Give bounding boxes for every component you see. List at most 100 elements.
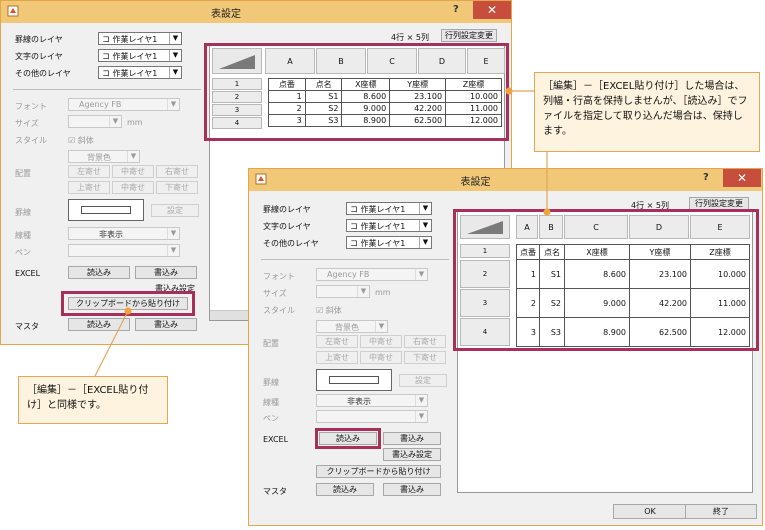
chevron-down-icon: ▼ xyxy=(419,237,431,248)
align-top-button[interactable]: 上寄せ xyxy=(316,351,358,364)
border-label: 罫線 xyxy=(15,208,31,217)
font-label: フォント xyxy=(15,102,47,111)
bg-color-select[interactable]: 背景色 ▼ xyxy=(68,150,140,163)
size-label: サイズ xyxy=(263,289,287,298)
callout-left: ［編集］－［EXCEL貼り付け］と同様です。 xyxy=(18,376,168,424)
layer-table-select[interactable]: コ 作業レイヤ1 ▼ xyxy=(98,32,182,45)
border-setting-button[interactable]: 設定 xyxy=(399,374,447,387)
chevron-down-icon: ▼ xyxy=(127,151,139,162)
chevron-down-icon: ▼ xyxy=(167,245,179,256)
callout-right: ［編集］－［EXCEL貼り付け］した場合は、列幅・行高を保持しませんが、［読込み… xyxy=(534,72,760,152)
ok-button[interactable]: OK xyxy=(613,504,687,519)
layer-text-select[interactable]: コ 作業レイヤ1 ▼ xyxy=(346,219,432,232)
font-label: フォント xyxy=(263,272,295,281)
master-write-button[interactable]: 書込み xyxy=(135,318,197,331)
layer-text-label: 文字のレイヤ xyxy=(263,222,311,231)
style-label: スタイル xyxy=(263,306,295,315)
align-bottom-button[interactable]: 下寄せ xyxy=(404,351,446,364)
linetype-label: 線種 xyxy=(263,398,279,407)
chevron-down-icon: ▼ xyxy=(167,228,179,239)
chevron-down-icon: ▼ xyxy=(375,321,387,332)
align-top-button[interactable]: 上寄せ xyxy=(68,181,110,194)
italic-checkbox[interactable]: ☑ 斜体 xyxy=(316,305,342,316)
excel-label: EXCEL xyxy=(263,435,289,444)
border-label: 罫線 xyxy=(263,378,279,387)
layer-text-select[interactable]: コ 作業レイヤ1 ▼ xyxy=(98,49,182,62)
align-center-button[interactable]: 中寄せ xyxy=(360,335,402,348)
size-label: サイズ xyxy=(15,119,39,128)
border-preview[interactable] xyxy=(316,369,392,391)
style-label: スタイル xyxy=(15,136,47,145)
master-read-button[interactable]: 読込み xyxy=(68,318,130,331)
clipboard-highlight xyxy=(61,291,195,316)
border-preview[interactable] xyxy=(68,199,144,221)
chevron-down-icon: ▼ xyxy=(415,269,427,280)
close-button[interactable]: ✕ xyxy=(473,1,511,19)
align-bottom-button[interactable]: 下寄せ xyxy=(156,181,198,194)
align-right-button[interactable]: 右寄せ xyxy=(404,335,446,348)
pen-label: ペン xyxy=(263,414,279,423)
exit-button[interactable]: 終了 xyxy=(685,504,757,519)
align-left-button[interactable]: 左寄せ xyxy=(68,165,110,178)
size-select[interactable]: ▼ xyxy=(316,285,370,298)
linetype-select[interactable]: 非表示 ▼ xyxy=(316,394,428,407)
front-titlebar: 表設定 ? ✕ xyxy=(249,169,762,191)
window-title: 表設定 xyxy=(460,177,491,188)
chevron-down-icon: ▼ xyxy=(419,203,431,214)
font-select[interactable]: Agency FB ▼ xyxy=(68,98,180,111)
divider xyxy=(261,259,449,260)
excel-write-button[interactable]: 書込み xyxy=(135,266,197,279)
linetype-select[interactable]: 非表示 ▼ xyxy=(68,227,180,240)
layer-table-label: 罫線のレイヤ xyxy=(15,35,63,44)
help-button[interactable]: ? xyxy=(703,172,709,183)
font-select[interactable]: Agency FB ▼ xyxy=(316,268,428,281)
align-middle-button[interactable]: 中寄せ xyxy=(112,181,154,194)
layer-other-select[interactable]: コ 作業レイヤ1 ▼ xyxy=(346,236,432,249)
linetype-label: 線種 xyxy=(15,231,31,240)
align-right-button[interactable]: 右寄せ xyxy=(156,165,198,178)
master-label: マスタ xyxy=(15,322,39,331)
write-setting-button[interactable]: 書込み設定 xyxy=(383,448,441,461)
align-center-button[interactable]: 中寄せ xyxy=(112,165,154,178)
chevron-down-icon: ▼ xyxy=(169,50,181,61)
align-middle-button[interactable]: 中寄せ xyxy=(360,351,402,364)
layer-table-select[interactable]: コ 作業レイヤ1 ▼ xyxy=(346,202,432,215)
italic-checkbox[interactable]: ☑ 斜体 xyxy=(68,135,94,146)
chevron-down-icon: ▼ xyxy=(415,395,427,406)
chevron-down-icon: ▼ xyxy=(419,220,431,231)
excel-label: EXCEL xyxy=(15,269,41,278)
front-dialog: 表設定 ? ✕ 4行 × 5列 行列設定変更 罫線のレイヤ コ 作業レイヤ1 ▼ … xyxy=(248,168,763,526)
layer-text-label: 文字のレイヤ xyxy=(15,52,63,61)
front-grid-highlight xyxy=(453,209,759,351)
pen-label: ペン xyxy=(15,248,31,257)
chevron-down-icon: ▼ xyxy=(357,286,369,297)
align-left-button[interactable]: 左寄せ xyxy=(316,335,358,348)
chevron-down-icon: ▼ xyxy=(415,411,427,422)
bg-color-select[interactable]: 背景色 ▼ xyxy=(316,320,388,333)
window-title: 表設定 xyxy=(211,9,241,20)
layer-other-label: その他のレイヤ xyxy=(15,69,71,78)
row-col-info: 4行 × 5列 xyxy=(391,33,429,42)
border-setting-button[interactable]: 設定 xyxy=(151,204,199,217)
size-select[interactable]: ▼ xyxy=(68,115,122,128)
master-label: マスタ xyxy=(263,487,287,496)
chevron-down-icon: ▼ xyxy=(167,99,179,110)
layer-other-select[interactable]: コ 作業レイヤ1 ▼ xyxy=(98,66,182,79)
change-rowcol-button[interactable]: 行列設定変更 xyxy=(441,29,497,42)
pen-select[interactable]: ▼ xyxy=(68,244,180,257)
align-label: 配置 xyxy=(263,339,279,348)
size-unit: mm xyxy=(127,118,143,127)
pen-select[interactable]: ▼ xyxy=(316,410,428,423)
close-button[interactable]: ✕ xyxy=(723,169,761,187)
divider xyxy=(13,89,201,90)
layer-other-label: その他のレイヤ xyxy=(263,239,319,248)
help-button[interactable]: ? xyxy=(453,4,459,15)
excel-write-button[interactable]: 書込み xyxy=(383,432,441,445)
size-unit: mm xyxy=(375,288,391,297)
align-label: 配置 xyxy=(15,169,31,178)
master-read-button[interactable]: 読込み xyxy=(316,483,374,496)
excel-read-button[interactable]: 読込み xyxy=(68,266,130,279)
clipboard-paste-button[interactable]: クリップボードから貼り付け xyxy=(316,465,441,478)
chevron-down-icon: ▼ xyxy=(169,33,181,44)
master-write-button[interactable]: 書込み xyxy=(383,483,441,496)
